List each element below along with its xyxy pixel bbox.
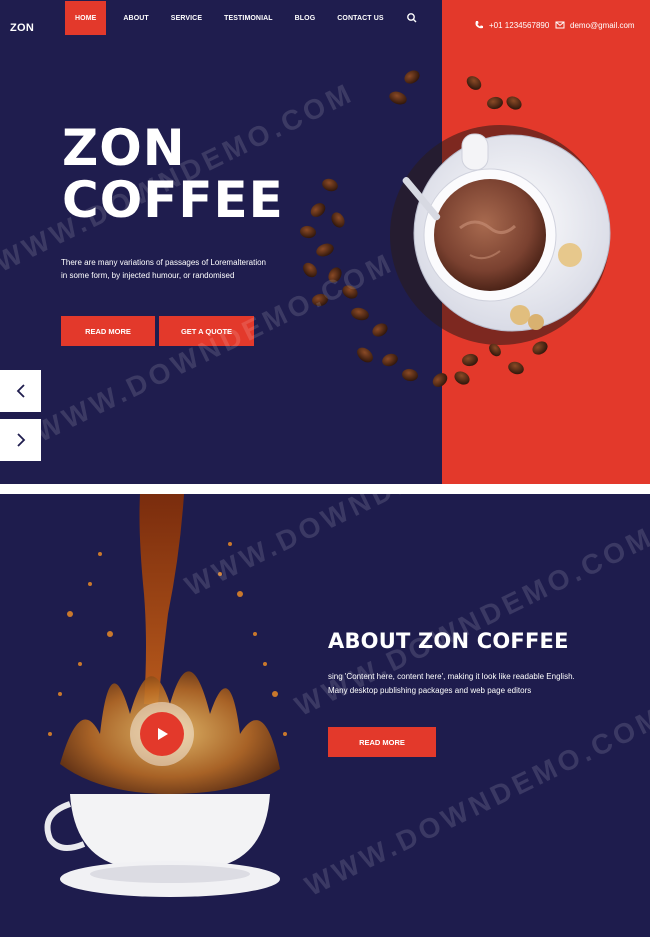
phone-number: +01 1234567890 [489, 20, 550, 30]
slider-next-button[interactable] [0, 419, 41, 461]
main-menu: HOME ABOUT SERVICE TESTIMONIAL BLOG CONT… [65, 0, 418, 36]
coffee-cup-image [300, 70, 611, 387]
contact-phone[interactable]: +01 1234567890 [474, 20, 549, 30]
get-a-quote-button[interactable]: GET A QUOTE [159, 316, 254, 346]
contact-email[interactable]: demo@gmail.com [555, 20, 635, 30]
hero-description: There are many variations of passages of… [61, 258, 266, 280]
about-section: ABOUT ZON COFFEE sing 'Content here, con… [0, 494, 650, 937]
play-icon [158, 728, 168, 740]
nav-item-testimonial[interactable]: TESTIMONIAL [224, 0, 273, 36]
top-navigation: ZON HOME ABOUT SERVICE TESTIMONIAL BLOG … [0, 0, 650, 36]
chevron-right-icon [16, 433, 25, 447]
nav-item-home[interactable]: HOME [65, 1, 107, 35]
slider-prev-button[interactable] [0, 370, 41, 412]
search-icon[interactable] [406, 12, 418, 24]
coffee-splash-image [44, 494, 287, 897]
about-description: sing 'Content here, content here', makin… [328, 672, 575, 695]
hero-title: ZON COFFEE [62, 122, 284, 226]
hero-section: ZON HOME ABOUT SERVICE TESTIMONIAL BLOG … [0, 0, 650, 484]
email-address: demo@gmail.com [570, 20, 635, 30]
play-video-button[interactable] [140, 712, 184, 756]
nav-item-about[interactable]: ABOUT [123, 0, 148, 36]
mail-icon [555, 21, 565, 29]
read-more-button[interactable]: READ MORE [61, 316, 155, 346]
hero-title-line-2: COFFEE [62, 171, 284, 229]
nav-item-blog[interactable]: BLOG [295, 0, 316, 36]
chevron-left-icon [16, 384, 25, 398]
about-read-more-button[interactable]: READ MORE [328, 727, 436, 757]
nav-item-service[interactable]: SERVICE [171, 0, 202, 36]
phone-icon [475, 21, 483, 29]
nav-item-contact-us[interactable]: CONTACT US [337, 0, 383, 36]
section-divider [0, 484, 650, 494]
about-title: ABOUT ZON COFFEE [328, 629, 569, 653]
logo[interactable]: ZON [10, 22, 34, 34]
hero-title-line-1: ZON [62, 119, 186, 177]
